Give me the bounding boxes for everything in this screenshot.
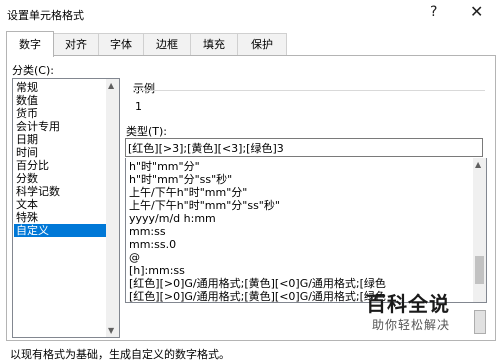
category-item-scientific[interactable]: 科学记数: [14, 185, 106, 198]
category-item-percentage[interactable]: 百分比: [14, 159, 106, 172]
tab-protection[interactable]: 保护: [237, 33, 287, 55]
delete-button[interactable]: [474, 310, 486, 334]
close-icon[interactable]: ✕: [470, 2, 483, 21]
tab-font[interactable]: 字体: [98, 33, 144, 55]
category-item-text[interactable]: 文本: [14, 198, 106, 211]
format-item[interactable]: @: [129, 251, 140, 264]
category-item-accounting[interactable]: 会计专用: [14, 120, 106, 133]
scroll-up-icon[interactable]: ▲: [475, 160, 481, 169]
category-scrollbar[interactable]: ▲ ▼: [106, 79, 119, 337]
format-item[interactable]: 上午/下午h"时"mm"分": [129, 186, 247, 199]
category-item-special[interactable]: 特殊: [14, 211, 106, 224]
tab-number[interactable]: 数字: [6, 31, 54, 57]
watermark-brand: 百科全说: [366, 292, 450, 316]
example-divider: [133, 90, 485, 91]
example-value: 1: [135, 100, 142, 113]
category-list[interactable]: 常规 数值 货币 会计专用 日期 时间 百分比 分数 科学记数 文本 特殊 自定…: [12, 78, 120, 338]
format-item[interactable]: yyyy/m/d h:mm: [129, 212, 216, 225]
tab-fill[interactable]: 填充: [190, 33, 238, 55]
category-label: 分类(C):: [12, 64, 54, 77]
format-item[interactable]: [h]:mm:ss: [129, 264, 185, 277]
tab-alignment[interactable]: 对齐: [53, 33, 99, 55]
category-item-date[interactable]: 日期: [14, 133, 106, 146]
title-bar: 设置单元格格式 ? ✕: [0, 0, 500, 28]
format-item[interactable]: [红色][>0]G/通用格式;[黄色][<0]G/通用格式;[绿色: [129, 290, 386, 302]
format-item[interactable]: mm:ss.0: [129, 238, 176, 251]
format-list[interactable]: h"时"mm"分" h"时"mm"分"ss"秒" 上午/下午h"时"mm"分" …: [125, 158, 487, 303]
scroll-down-icon[interactable]: ▼: [108, 326, 114, 335]
category-item-number[interactable]: 数值: [14, 94, 106, 107]
tab-bar: 数字 对齐 字体 边框 填充 保护: [0, 31, 500, 57]
format-scrollbar[interactable]: ▲: [473, 158, 486, 302]
category-item-time[interactable]: 时间: [14, 146, 106, 159]
scroll-thumb[interactable]: [475, 256, 484, 284]
format-item[interactable]: [红色][>0]G/通用格式;[黄色][<0]G/通用格式;[绿色: [129, 277, 386, 290]
type-label: 类型(T):: [126, 125, 168, 138]
category-item-general[interactable]: 常规: [14, 81, 106, 94]
tab-border[interactable]: 边框: [143, 33, 191, 55]
example-label: 示例: [133, 82, 155, 95]
category-item-custom[interactable]: 自定义: [14, 224, 106, 237]
watermark-slogan: 助你轻松解决: [372, 318, 451, 332]
format-item[interactable]: mm:ss: [129, 225, 166, 238]
help-icon[interactable]: ?: [430, 4, 437, 20]
category-item-currency[interactable]: 货币: [14, 107, 106, 120]
format-item[interactable]: 上午/下午h"时"mm"分"ss"秒": [129, 199, 280, 212]
description-text: 以现有格式为基础，生成自定义的数字格式。: [10, 348, 230, 361]
category-item-fraction[interactable]: 分数: [14, 172, 106, 185]
format-item[interactable]: h"时"mm"分"ss"秒": [129, 173, 232, 186]
type-input[interactable]: [红色][>3];[黄色][<3];[绿色]3: [125, 138, 483, 157]
dialog-title: 设置单元格格式: [7, 9, 84, 22]
scroll-up-icon[interactable]: ▲: [108, 81, 114, 90]
format-item[interactable]: h"时"mm"分": [129, 160, 200, 173]
